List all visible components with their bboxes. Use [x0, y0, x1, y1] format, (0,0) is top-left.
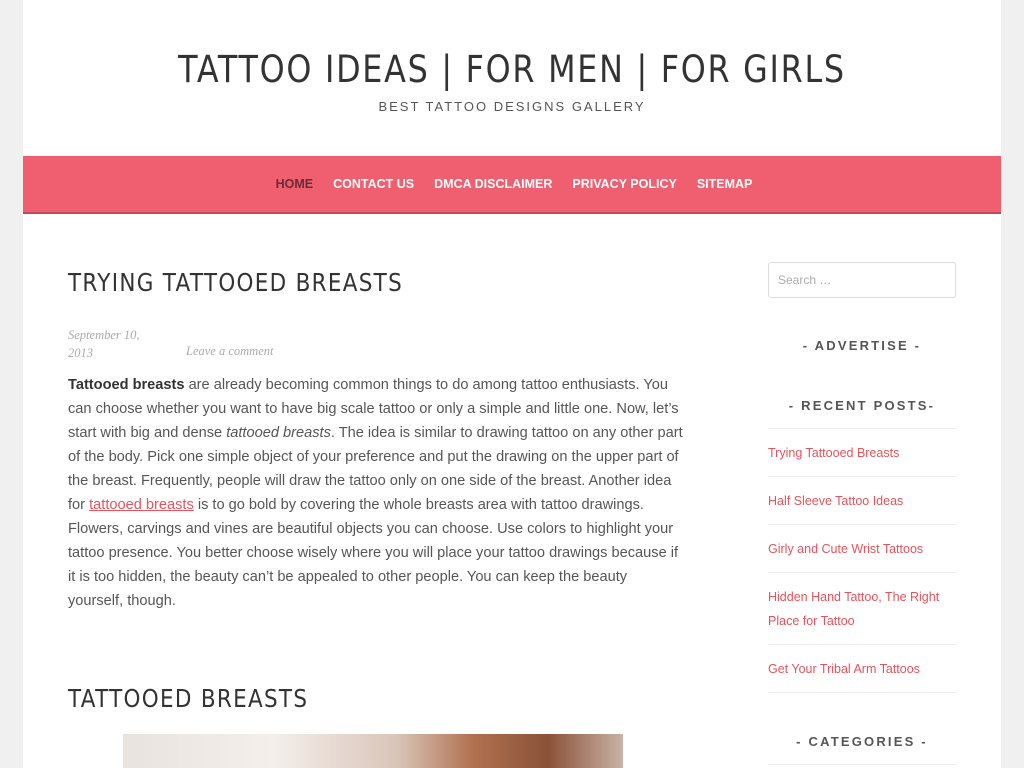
site-tagline: BEST TATTOO DESIGNS GALLERY	[378, 99, 646, 114]
recent-post-link[interactable]: Girly and Cute Wrist Tattoos	[768, 525, 956, 573]
post-body: Tattooed breasts are already becoming co…	[68, 373, 685, 613]
post-bold-lead: Tattooed breasts	[68, 377, 185, 393]
nav-item-sitemap[interactable]: SITEMAP	[697, 177, 753, 191]
post-italic-phrase: tattooed breasts	[226, 425, 331, 441]
post-image	[123, 734, 623, 768]
nav-item-privacy-policy[interactable]: PRIVACY POLICY	[572, 177, 676, 191]
search-input[interactable]	[768, 262, 956, 298]
nav-item-contact-us[interactable]: CONTACT US	[333, 177, 414, 191]
recent-post-link[interactable]: Trying Tattooed Breasts	[768, 429, 956, 477]
recent-post-link[interactable]: Half Sleeve Tattoo Ideas	[768, 477, 956, 525]
nav-item-dmca-disclaimer[interactable]: DMCA DISCLAIMER	[434, 177, 552, 191]
post-text-3: is to go bold by covering the whole brea…	[68, 497, 679, 609]
recent-posts-widget: - RECENT POSTS- Trying Tattooed Breasts …	[768, 398, 956, 693]
main-navigation: HOME CONTACT US DMCA DISCLAIMER PRIVACY …	[23, 156, 1001, 214]
page-container: TATTOO IDEAS | FOR MEN | FOR GIRLS BEST …	[23, 0, 1001, 768]
recent-posts-title: - RECENT POSTS-	[788, 398, 936, 413]
advertise-title: - ADVERTISE -	[802, 338, 922, 353]
advertise-widget: - ADVERTISE -	[768, 338, 956, 353]
recent-post-link[interactable]: Get Your Tribal Arm Tattoos	[768, 645, 956, 693]
leave-comment-link[interactable]: Leave a comment	[186, 344, 273, 359]
site-title[interactable]: TATTOO IDEAS | FOR MEN | FOR GIRLS	[91, 48, 932, 91]
post-title[interactable]: TRYING TATTOOED BREASTS	[68, 268, 403, 297]
tattooed-breasts-link[interactable]: tattooed breasts	[89, 497, 194, 513]
recent-post-link[interactable]: Hidden Hand Tattoo, The Right Place for …	[768, 573, 956, 645]
post-date[interactable]: September 10, 2013	[68, 326, 163, 362]
categories-title: - CATEGORIES -	[796, 734, 928, 749]
recent-posts-list: Trying Tattooed Breasts Half Sleeve Tatt…	[768, 428, 956, 693]
sidebar: - ADVERTISE - - RECENT POSTS- Trying Tat…	[768, 262, 956, 765]
nav-item-home[interactable]: HOME	[276, 177, 314, 191]
divider	[768, 764, 956, 765]
section-title: TATTOOED BREASTS	[68, 684, 309, 713]
categories-widget: - CATEGORIES -	[768, 734, 956, 765]
